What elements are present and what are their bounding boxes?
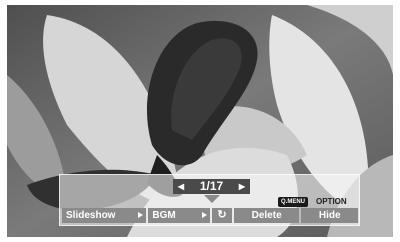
hide-button-label: Hide (318, 210, 341, 221)
hide-button[interactable]: Hide (301, 208, 358, 223)
delete-button-label: Delete (251, 210, 282, 221)
option-label: OPTION (316, 197, 347, 206)
chevron-right-icon[interactable]: ▶ (236, 179, 248, 194)
repeat-button[interactable]: ↻ (212, 208, 232, 223)
photo-viewer: ◀ 1/17 ▶ Q.MENU OPTION Slideshow BGM ↻ D… (0, 0, 400, 242)
photo-counter: ◀ 1/17 ▶ (173, 179, 250, 194)
delete-button[interactable]: Delete (233, 208, 300, 223)
qmenu-badge[interactable]: Q.MENU (278, 197, 308, 207)
control-button-row: Slideshow BGM ↻ Delete Hide (62, 208, 358, 223)
triangle-right-icon (202, 212, 208, 218)
triangle-right-icon (138, 212, 144, 218)
chevron-left-icon[interactable]: ◀ (175, 179, 187, 194)
slideshow-button-label: Slideshow (66, 210, 116, 221)
rotate-icon: ↻ (217, 209, 227, 221)
photo-osd-panel: ◀ 1/17 ▶ Q.MENU OPTION Slideshow BGM ↻ D… (59, 174, 360, 226)
bgm-button[interactable]: BGM (148, 208, 211, 223)
selection-pointer-icon (204, 195, 220, 203)
photo-counter-text: 1/17 (199, 179, 224, 193)
bgm-button-label: BGM (152, 210, 176, 221)
slideshow-button[interactable]: Slideshow (62, 208, 147, 223)
